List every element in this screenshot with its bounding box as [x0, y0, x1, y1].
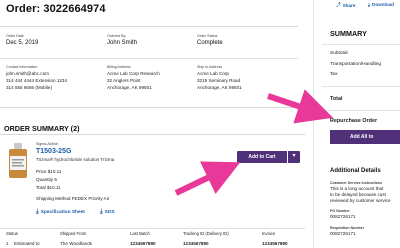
arrow-to-repurchase	[267, 89, 334, 124]
annotation-arrows	[174, 89, 334, 196]
arrow-to-add-cart	[174, 161, 241, 196]
